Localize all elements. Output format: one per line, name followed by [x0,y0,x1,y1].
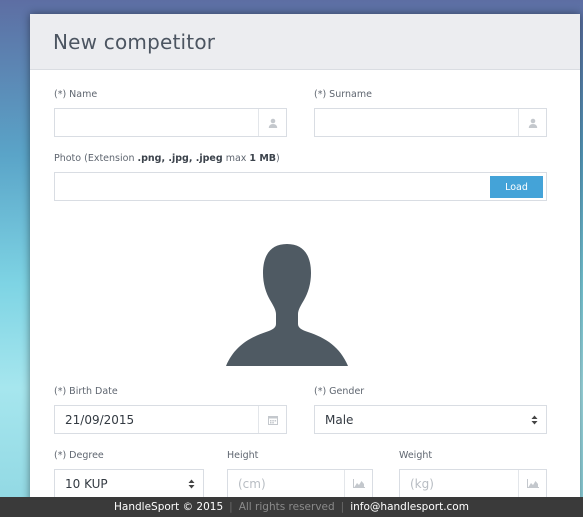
footer-separator: | [340,501,345,513]
name-label: (*) Name [54,89,98,100]
birth-date-field[interactable]: 21/09/2015 [54,405,287,434]
photo-file-field[interactable]: Load [54,172,547,201]
photo-label-prefix: Photo (Extension [54,153,138,164]
height-input-placeholder[interactable]: (cm) [228,477,344,491]
gender-value: Male [325,412,354,427]
page-title: New competitor [53,29,216,54]
select-caret-icon [522,415,546,425]
calendar-icon[interactable] [258,406,286,433]
weight-input-placeholder[interactable]: (kg) [400,477,518,491]
load-button[interactable]: Load [490,176,543,198]
gender-select[interactable]: Male [314,405,547,434]
panel-header: New competitor [30,14,580,70]
photo-label-mid: max [222,153,250,164]
footer-email-link[interactable]: info@handlesport.com [350,501,469,513]
gender-label: (*) Gender [314,386,365,397]
footer-brand: HandleSport © 2015 [114,501,224,513]
chart-icon [344,470,372,497]
avatar-placeholder-icon [226,244,348,366]
surname-field[interactable] [314,108,547,137]
height-field[interactable]: (cm) [227,469,373,498]
surname-label: (*) Surname [314,89,372,100]
photo-label-size: 1 MB [249,153,277,164]
photo-label: Photo (Extension .png, .jpg, .jpeg max 1… [54,153,280,164]
degree-value: 10 KUP [65,476,108,491]
chart-icon [518,470,546,497]
birth-date-label: (*) Birth Date [54,386,118,397]
footer: HandleSport © 2015 | All rights reserved… [0,497,583,517]
weight-label: Weight [399,450,433,461]
weight-field[interactable]: (kg) [399,469,547,498]
footer-separator: | [229,501,233,513]
birth-date-value[interactable]: 21/09/2015 [55,413,258,427]
select-caret-icon [179,479,203,489]
user-icon [518,109,546,136]
height-label: Height [227,450,259,461]
photo-label-suffix: ) [276,153,280,164]
name-field[interactable] [54,108,287,137]
user-icon [258,109,286,136]
new-competitor-panel: New competitor (*) Name (*) Surname Phot… [30,14,580,504]
degree-label: (*) Degree [54,450,104,461]
degree-select[interactable]: 10 KUP [54,469,204,498]
photo-label-extensions: .png, .jpg, .jpeg [137,153,223,164]
footer-rights: All rights reserved [238,501,335,513]
